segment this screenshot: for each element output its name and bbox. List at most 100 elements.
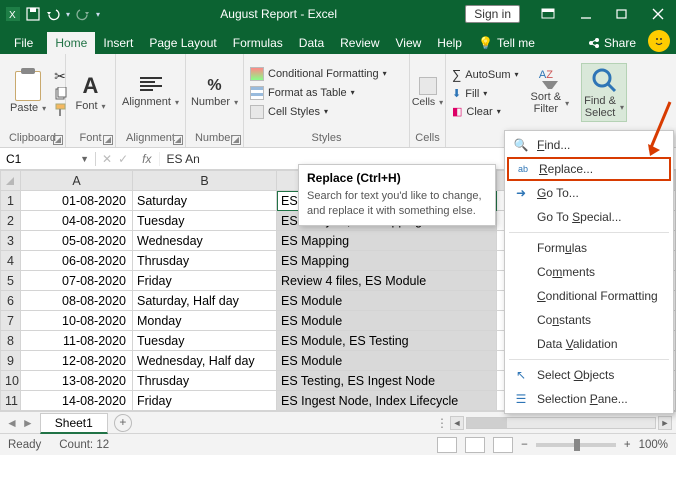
menu-comments[interactable]: Comments — [505, 260, 673, 284]
sheet-prev[interactable]: ◄ — [6, 416, 18, 430]
menu-validation[interactable]: Data Validation — [505, 332, 673, 356]
ribbon-display-icon[interactable] — [528, 0, 568, 28]
autosum-button[interactable]: ∑AutoSum▾ — [452, 67, 519, 82]
select-all-triangle[interactable] — [1, 171, 21, 191]
hscroll-thumb[interactable] — [467, 418, 507, 428]
cell[interactable]: Thrusday — [133, 371, 277, 391]
cell[interactable]: Thrusday — [133, 251, 277, 271]
menu-selection-pane[interactable]: ☰Selection Pane... — [505, 387, 673, 411]
cell[interactable]: Friday — [133, 391, 277, 411]
row-header[interactable]: 8 — [1, 331, 21, 351]
row-header[interactable]: 5 — [1, 271, 21, 291]
menu-formulas[interactable]: Formulas — [505, 236, 673, 260]
sheet-next[interactable]: ► — [22, 416, 34, 430]
clipboard-launcher[interactable]: ◢ — [53, 135, 63, 145]
menu-select-objects[interactable]: ↖Select Objects — [505, 363, 673, 387]
paste-button[interactable]: Paste — [6, 69, 50, 116]
tab-home[interactable]: Home — [47, 32, 95, 54]
cell[interactable]: ES Module, ES Testing — [277, 331, 497, 351]
cancel-formula-icon[interactable]: ✕ — [102, 152, 112, 166]
tab-insert[interactable]: Insert — [95, 32, 141, 54]
feedback-icon[interactable] — [648, 30, 670, 52]
menu-goto[interactable]: ➜Go To... — [505, 181, 673, 205]
tab-review[interactable]: Review — [332, 32, 387, 54]
row-header[interactable]: 10 — [1, 371, 21, 391]
tab-data[interactable]: Data — [291, 32, 332, 54]
name-box[interactable]: C1▼ — [0, 152, 96, 166]
row-header[interactable]: 2 — [1, 211, 21, 231]
cell[interactable]: ES Mapping — [277, 251, 497, 271]
zoom-out[interactable]: − — [521, 439, 528, 451]
row-header[interactable]: 3 — [1, 231, 21, 251]
cells-button[interactable]: Cells — [408, 75, 447, 110]
cell[interactable]: Saturday — [133, 191, 277, 211]
view-pagebreak-icon[interactable] — [493, 437, 513, 453]
format-as-table-button[interactable]: Format as Table▾ — [250, 86, 387, 100]
menu-find[interactable]: 🔍Find... — [505, 133, 673, 157]
tab-formulas[interactable]: Formulas — [225, 32, 291, 54]
cell[interactable]: ES Ingest Node, Index Lifecycle — [277, 391, 497, 411]
cell[interactable]: Tuesday — [133, 211, 277, 231]
zoom-slider[interactable] — [536, 443, 616, 447]
cell[interactable]: ES Testing, ES Ingest Node — [277, 371, 497, 391]
number-button[interactable]: %Number — [187, 75, 242, 110]
zoom-in[interactable]: + — [624, 439, 631, 451]
zoom-value[interactable]: 100% — [639, 439, 668, 451]
row-header[interactable]: 1 — [1, 191, 21, 211]
menu-constants[interactable]: Constants — [505, 308, 673, 332]
col-header-a[interactable]: A — [21, 171, 133, 191]
cell[interactable]: 11-08-2020 — [21, 331, 133, 351]
hscroll-track[interactable] — [466, 417, 656, 429]
tab-tell-me[interactable]: 💡Tell me — [470, 32, 543, 54]
cell[interactable]: Review 4 files, ES Module — [277, 271, 497, 291]
tab-help[interactable]: Help — [429, 32, 470, 54]
view-normal-icon[interactable] — [437, 437, 457, 453]
cell-styles-button[interactable]: Cell Styles▾ — [250, 105, 387, 119]
maximize-button[interactable] — [604, 0, 640, 28]
tab-page-layout[interactable]: Page Layout — [141, 32, 224, 54]
col-header-b[interactable]: B — [133, 171, 277, 191]
row-header[interactable]: 4 — [1, 251, 21, 271]
cell[interactable]: ES Module — [277, 291, 497, 311]
row-header[interactable]: 9 — [1, 351, 21, 371]
alignment-button[interactable]: Alignment — [118, 75, 183, 110]
cell[interactable]: 06-08-2020 — [21, 251, 133, 271]
hscroll-right[interactable]: ► — [658, 416, 672, 430]
row-header[interactable]: 11 — [1, 391, 21, 411]
fill-button[interactable]: ⬇Fill▾ — [452, 87, 519, 100]
cell[interactable]: 05-08-2020 — [21, 231, 133, 251]
undo-icon[interactable] — [46, 7, 60, 21]
cell[interactable]: Monday — [133, 311, 277, 331]
menu-goto-special[interactable]: Go To Special... — [505, 205, 673, 229]
tab-file[interactable]: File — [0, 32, 47, 54]
cell[interactable]: 14-08-2020 — [21, 391, 133, 411]
cell[interactable]: ES Module — [277, 311, 497, 331]
cell[interactable]: 01-08-2020 — [21, 191, 133, 211]
signin-button[interactable]: Sign in — [465, 5, 520, 23]
cell[interactable]: Tuesday — [133, 331, 277, 351]
row-header[interactable]: 7 — [1, 311, 21, 331]
cell[interactable]: 07-08-2020 — [21, 271, 133, 291]
hscroll-left[interactable]: ◄ — [450, 416, 464, 430]
menu-cond-format[interactable]: Conditional Formatting — [505, 284, 673, 308]
cell[interactable]: Wednesday — [133, 231, 277, 251]
fx-icon[interactable]: fx — [134, 152, 160, 166]
find-select-button[interactable]: Find & Select — [581, 63, 627, 122]
share-button[interactable]: Share — [580, 32, 644, 54]
redo-icon[interactable] — [76, 7, 90, 21]
sort-filter-button[interactable]: AZ Sort & Filter — [527, 68, 574, 117]
view-layout-icon[interactable] — [465, 437, 485, 453]
new-sheet-button[interactable]: + — [114, 414, 132, 432]
cell[interactable]: 12-08-2020 — [21, 351, 133, 371]
formula-input[interactable]: ES An — [160, 152, 205, 166]
cell[interactable]: 08-08-2020 — [21, 291, 133, 311]
save-icon[interactable] — [26, 7, 40, 21]
row-header[interactable]: 6 — [1, 291, 21, 311]
cell[interactable]: Friday — [133, 271, 277, 291]
cell[interactable]: Wednesday, Half day — [133, 351, 277, 371]
alignment-launcher[interactable]: ◢ — [173, 135, 183, 145]
cell[interactable]: 10-08-2020 — [21, 311, 133, 331]
font-launcher[interactable]: ◢ — [103, 135, 113, 145]
cell[interactable]: ES Module — [277, 351, 497, 371]
clear-button[interactable]: ◧Clear▾ — [452, 105, 519, 118]
